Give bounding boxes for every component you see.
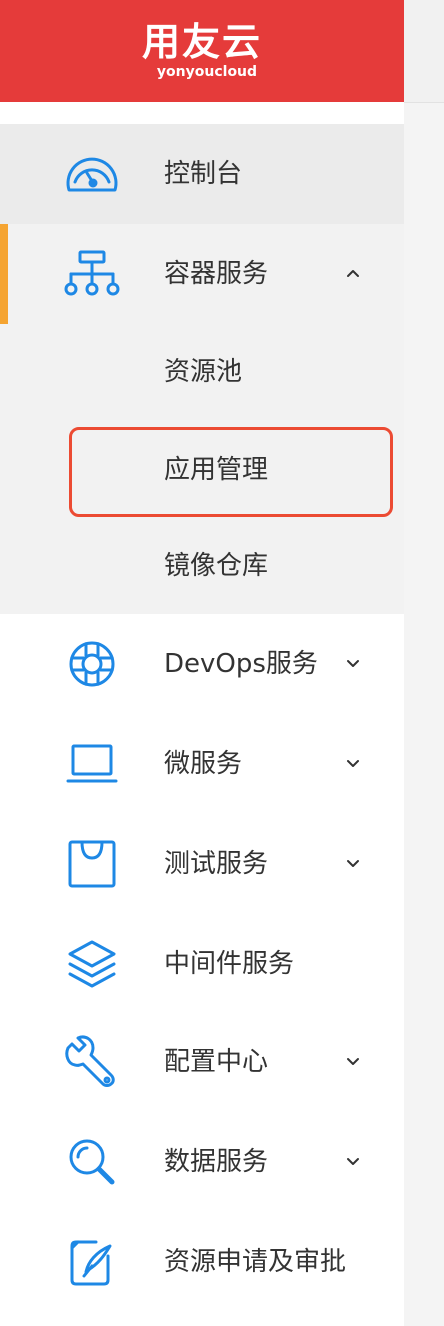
sidebar-item-label: 资源申请及审批	[164, 1247, 347, 1277]
magnifier-icon	[62, 1132, 122, 1192]
chevron-down-icon[interactable]	[342, 1050, 364, 1072]
sidebar-subitem-image-repository[interactable]: 镜像仓库	[0, 518, 404, 614]
chevron-down-icon[interactable]	[342, 652, 364, 674]
sidebar-item-label: 数据服务	[164, 1147, 269, 1177]
sidebar-item-config-center[interactable]: 配置中心	[0, 1012, 404, 1112]
sidebar-item-devops[interactable]: DevOps服务	[0, 614, 404, 714]
chevron-down-icon[interactable]	[342, 752, 364, 774]
sidebar-item-label: 中间件服务	[164, 949, 295, 979]
chevron-down-icon[interactable]	[342, 1150, 364, 1172]
sidebar-item-label: 测试服务	[164, 849, 269, 879]
logo-subtext: yonyoucloud	[156, 64, 258, 80]
sidebar-item-container-service[interactable]: 容器服务	[0, 224, 404, 324]
bag-icon	[62, 834, 122, 894]
chevron-up-icon[interactable]	[342, 262, 364, 284]
sidebar-item-resource-approval[interactable]: 资源申请及审批	[0, 1212, 404, 1312]
sidebar-item-middleware[interactable]: 中间件服务	[0, 914, 404, 1014]
container-hierarchy-icon	[62, 244, 122, 304]
sidebar-subitem-label: 镜像仓库	[164, 551, 269, 581]
edit-document-icon	[62, 1232, 122, 1292]
sidebar-item-label: 配置中心	[164, 1047, 269, 1077]
sidebar-item-test-service[interactable]: 测试服务	[0, 814, 404, 914]
sidebar-subitem-resource-pool[interactable]: 资源池	[0, 324, 404, 420]
main-top-bar	[404, 0, 444, 103]
sidebar: 用友云 yonyoucloud 控制台 容器服务 资源池 应用管理 镜像仓库 D…	[0, 0, 404, 1326]
sidebar-item-label: 微服务	[164, 749, 243, 779]
sidebar-subitem-label: 资源池	[164, 357, 243, 387]
dashboard-gauge-icon	[62, 144, 122, 204]
lifebuoy-icon	[62, 634, 122, 694]
highlight-annotation-box	[69, 427, 393, 517]
layers-icon	[62, 934, 122, 994]
sidebar-item-label: 控制台	[164, 159, 243, 189]
logo-text: 用友云	[141, 20, 262, 64]
sidebar-item-data-service[interactable]: 数据服务	[0, 1112, 404, 1212]
chevron-down-icon[interactable]	[342, 852, 364, 874]
main-content-area	[404, 0, 444, 1326]
sidebar-item-microservices[interactable]: 微服务	[0, 714, 404, 814]
sidebar-item-label: 容器服务	[164, 259, 269, 289]
sidebar-item-dashboard[interactable]: 控制台	[0, 124, 404, 224]
logo-header[interactable]: 用友云 yonyoucloud	[0, 0, 404, 102]
sidebar-item-label: DevOps服务	[164, 649, 318, 679]
wrench-icon	[62, 1032, 122, 1092]
laptop-icon	[62, 734, 122, 794]
